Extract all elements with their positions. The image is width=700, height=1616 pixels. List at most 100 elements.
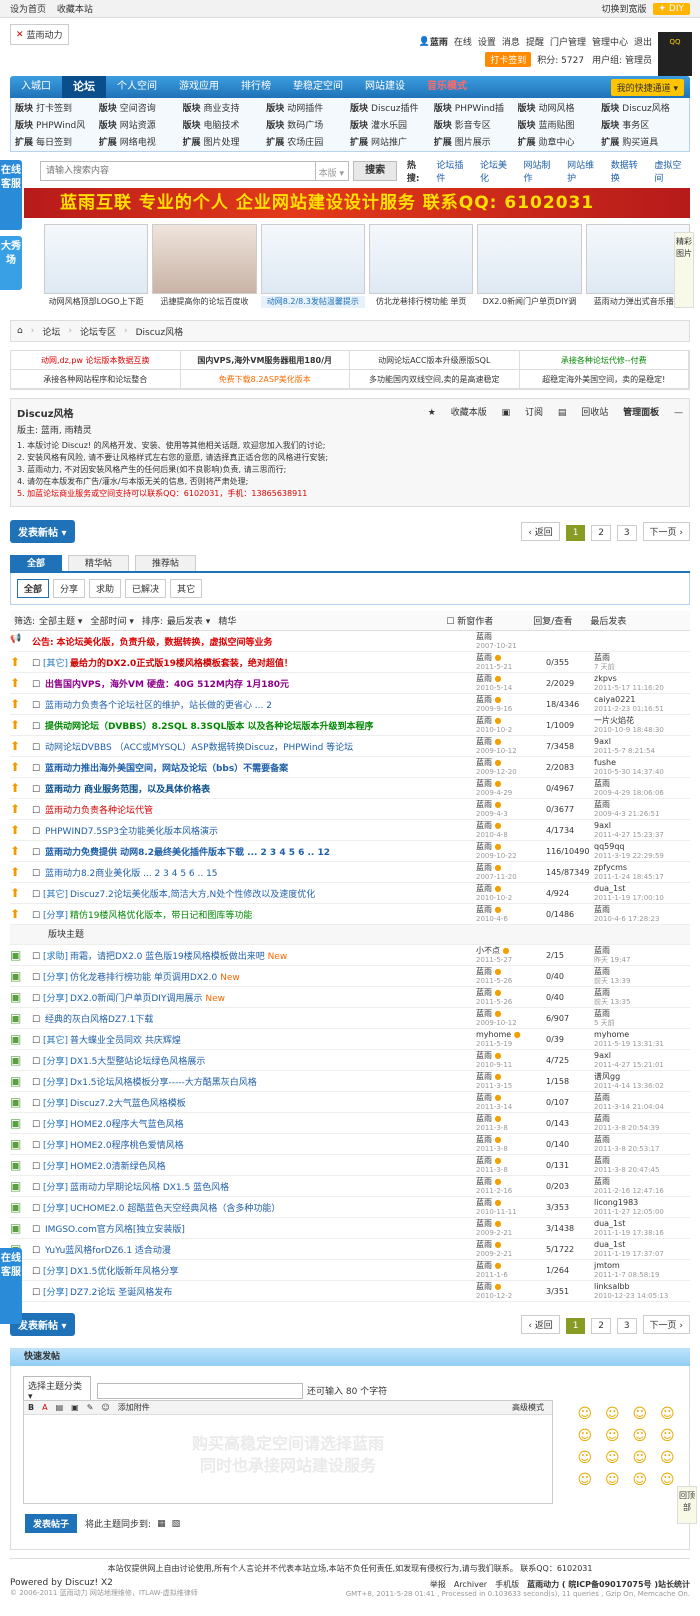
last-post[interactable]: 蓝雨 2011-2-16 12:47:16 [594,1177,664,1196]
thread-author[interactable]: 小不点 ● 2011-5-27 [476,946,546,965]
thread-category[interactable]: [分享] [43,1141,68,1151]
subnav-item[interactable]: 扩展 农场庄园 [266,135,350,148]
next-page-button[interactable]: 下一页 › [642,521,690,541]
thumb-item[interactable]: 动网风格顶部LOGO上下距 [44,224,149,308]
thread-category[interactable]: [分享] [43,1288,68,1298]
subject-input[interactable] [97,1382,303,1399]
thread-row[interactable]: ▣ ☐ [分享] DX2.0新闻门户单页DIY调用展示 New 蓝雨 ● 2011-5-… [10,987,690,1008]
announcement-author[interactable]: 蓝雨 2007-10-21 [476,632,546,651]
user-link-reminders[interactable]: 提醒 [526,35,544,48]
smiley-icon[interactable]: ☺ [571,1428,599,1444]
site-logo[interactable]: ✕ 蓝雨动力 [10,24,69,45]
subnav-item[interactable]: 版块 PHPWind插 [434,101,518,114]
last-post[interactable]: caiya0221 2011-2-23 01:16:51 [594,695,664,714]
thread-subject[interactable]: ☐ [分享] HOME2.0程序桃色爱情风格 [32,1138,476,1151]
thread-row[interactable]: ⬆ ☐ 提供动网论坛（DVBBS）8.2SQL 8.3SQL版本 以及各种论坛版本… [10,715,690,736]
last-post[interactable]: 9axl 2011-4-27 15:23:37 [594,821,664,840]
thread-title[interactable]: 精仿19楼风格优化版本，带日记和图库等功能 [70,911,252,921]
last-post[interactable]: 9axl 2011-4-27 15:21:01 [594,1051,664,1070]
user-link-messages[interactable]: 消息 [502,35,520,48]
thread-author[interactable]: 蓝雨 ● 2009-9-16 [476,695,546,714]
online-service-tab-bottom[interactable]: 在线客服 [0,1248,22,1324]
thread-row[interactable]: ⬆ ☐ 蓝雨动力负责各种论坛代管 蓝雨 ● 2009-4-3 0/3677 蓝雨 2009-… [10,799,690,820]
thread-row[interactable]: ▣ ☐ [分享] HOME2.0程序大气蓝色风格 蓝雨 ● 2011-3-8 0/143 蓝… [10,1113,690,1134]
thread-subject[interactable]: ☐ [分享] DX2.0新闻门户单页DIY调用展示 New [32,991,476,1004]
user-link-admin-center[interactable]: 管理中心 [592,35,628,48]
subnav-item[interactable]: 扩展 图片展示 [434,135,518,148]
bold-button[interactable]: B [28,1403,34,1412]
thread-row[interactable]: ▣ ☐ IMGSO.com官方风格[独立安装版] 蓝雨 ● 2009-2-21 3/14… [10,1218,690,1239]
breadcrumb-current[interactable]: Discuz风格 [136,325,184,338]
thread-category[interactable]: [其它] [43,890,68,900]
subnav-item[interactable]: 扩展 勋章中心 [518,135,602,148]
color-button[interactable]: A [42,1403,47,1412]
page-number[interactable]: 3 [616,1317,637,1334]
set-home-link[interactable]: 设为首页 [10,5,46,15]
subnav-item[interactable]: 扩展 购买道具 [601,135,685,148]
all-topics-select[interactable]: 全部主题 ▾ [39,614,82,627]
user-link-portal-admin[interactable]: 门户管理 [550,35,586,48]
smiley-icon[interactable]: ☺ [599,1450,627,1466]
page-number[interactable]: 1 [565,524,586,541]
thread-row[interactable]: ▣ ☐ [分享] UCHOME2.0 超酷蓝色天空经典风格（含多种功能） 蓝雨 ● 20… [10,1197,690,1218]
smiley-icon[interactable]: ☺ [626,1406,654,1422]
thumb-item[interactable]: 动网8.2/8.3发帖温馨提示 [260,224,365,308]
thread-title[interactable]: DX1.5优化版新年风格分享 [70,1267,178,1277]
smiley-icon[interactable]: ☺ [626,1450,654,1466]
switch-width-link[interactable]: 切换到宽版 [601,2,646,15]
hot-search-link[interactable]: 数据转换 [611,158,647,184]
thread-row[interactable]: ⬆ ☐ [分享] 精仿19楼风格优化版本，带日记和图库等功能 蓝雨 ● 2010-4-6… [10,904,690,925]
thread-category[interactable]: [分享] [43,994,68,1004]
thread-author[interactable]: 蓝雨 ● 2009-10-12 [476,1009,546,1028]
hot-search-link[interactable]: 网站制作 [524,158,560,184]
thread-category[interactable]: [分享] [43,1057,68,1067]
last-post[interactable]: licong1983 2011-1-27 12:05:00 [594,1198,664,1217]
recycle-bin-button[interactable]: ▤ 回收站 [558,408,608,418]
thread-subject[interactable]: ☐ 蓝雨动力 商业服务范围，以及具体价格表 [32,782,476,795]
last-post[interactable]: 蓝雨 7 天前 [594,653,615,672]
hot-pics-tab[interactable]: 精彩图片 [674,232,694,308]
nav-forum[interactable]: 论坛 [62,76,106,98]
thread-subject[interactable]: ☐ [其它] 普大蝶业全员同欢 共庆辉煌 [32,1033,476,1046]
thread-subject[interactable]: ☐ [分享] Dx1.5论坛风格模板分享-----大方酷黑灰白风格 [32,1075,476,1088]
subnav-item[interactable]: 版块 电脑技术 [183,118,267,131]
thread-author[interactable]: 蓝雨 ● 2011-1-6 [476,1261,546,1280]
thread-row[interactable]: ▣ ☐ [分享] 仿化龙巷排行榜功能 单页调用DX2.0 New 蓝雨 ● 2011-5… [10,966,690,987]
thread-row[interactable]: ⬆ ☐ 蓝雨动力推出海外美国空间，网站及论坛（bbs）不需要备案 蓝雨 ● 2009-… [10,757,690,778]
tab-recommended[interactable]: 推荐帖 [135,555,197,571]
subnav-item[interactable]: 扩展 网络电视 [99,135,183,148]
thread-subject[interactable]: ☐ 蓝雨动力推出海外美国空间，网站及论坛（bbs）不需要备案 [32,761,476,774]
nav-space[interactable]: 个人空间 [106,76,168,98]
filter-share[interactable]: 分享 [53,579,86,598]
subnav-item[interactable]: 版块 网站资源 [99,118,183,131]
thread-title[interactable]: 动网论坛DVBBS （ACC或MYSQL）ASP数据转换Discuz，PHPWi… [45,743,353,753]
thread-author[interactable]: 蓝雨 ● 2007-11-20 [476,863,546,882]
last-post[interactable]: 蓝雨 2011-3-8 20:53:17 [594,1135,659,1154]
text-ad[interactable]: 超稳定海外美国空间，卖的是稳定! [519,370,689,389]
last-post[interactable]: 蓝雨 2011-3-14 21:04:04 [594,1093,664,1112]
thread-row[interactable]: ▣☐ YuYu蓝风格forDZ6.1 适合动漫蓝雨 ●2009-2-215/17… [10,1239,690,1260]
subscribe-button[interactable]: ▣ 订阅 [502,408,543,418]
thread-row[interactable]: ▣☐ [分享]DX1.5优化版新年风格分享蓝雨 ●2011-1-61/264jm… [10,1260,690,1281]
thread-row[interactable]: ⬆ ☐ 蓝雨动力 商业服务范围，以及具体价格表 蓝雨 ● 2009-4-29 0/496… [10,778,690,799]
thread-author[interactable]: 蓝雨 ● 2011-3-8 [476,1135,546,1154]
nav-web-build[interactable]: 网站建设 [354,76,416,98]
thread-title[interactable]: Dx1.5论坛风格模板分享-----大方酷黑灰白风格 [70,1078,257,1088]
tab-digest[interactable]: 精华帖 [68,555,130,571]
smiley-icon[interactable]: ☺ [654,1428,682,1444]
thread-row[interactable]: ▣ ☐ [分享] Discuz7.2大气蓝色风格模板 蓝雨 ● 2011-3-14 0/1… [10,1092,690,1113]
thread-subject[interactable]: ☐ 蓝雨动力负责各个论坛社区的维护，站长做的更省心 ... 2 [32,698,476,711]
thread-author[interactable]: 蓝雨 ● 2011-5-21 [476,653,546,672]
thread-author[interactable]: 蓝雨 ● 2011-3-8 [476,1156,546,1175]
last-post[interactable]: 蓝雨 2011-3-8 20:54:39 [594,1114,659,1133]
page-number[interactable]: 2 [591,524,612,541]
last-post[interactable]: 9axl 2011-5-7 8:21:54 [594,737,655,756]
smiley-icon[interactable]: ☺ [626,1428,654,1444]
quote-button[interactable]: ✎ [87,1403,94,1412]
thread-title[interactable]: HOME2.0程序桃色爱情风格 [70,1141,184,1151]
hot-search-link[interactable]: 论坛美化 [480,158,516,184]
thread-row[interactable]: ▣ ☐ [分享] 蓝雨动力早期论坛风格 DX1.5 蓝色风格 蓝雨 ● 2011-2-1… [10,1176,690,1197]
mobile-link[interactable]: 手机版 [495,1579,519,1590]
last-post[interactable]: dua_1st 2011-1-19 17:38:16 [594,1219,664,1238]
thread-title[interactable]: DX2.0新闻门户单页DIY调用展示 [70,994,203,1004]
